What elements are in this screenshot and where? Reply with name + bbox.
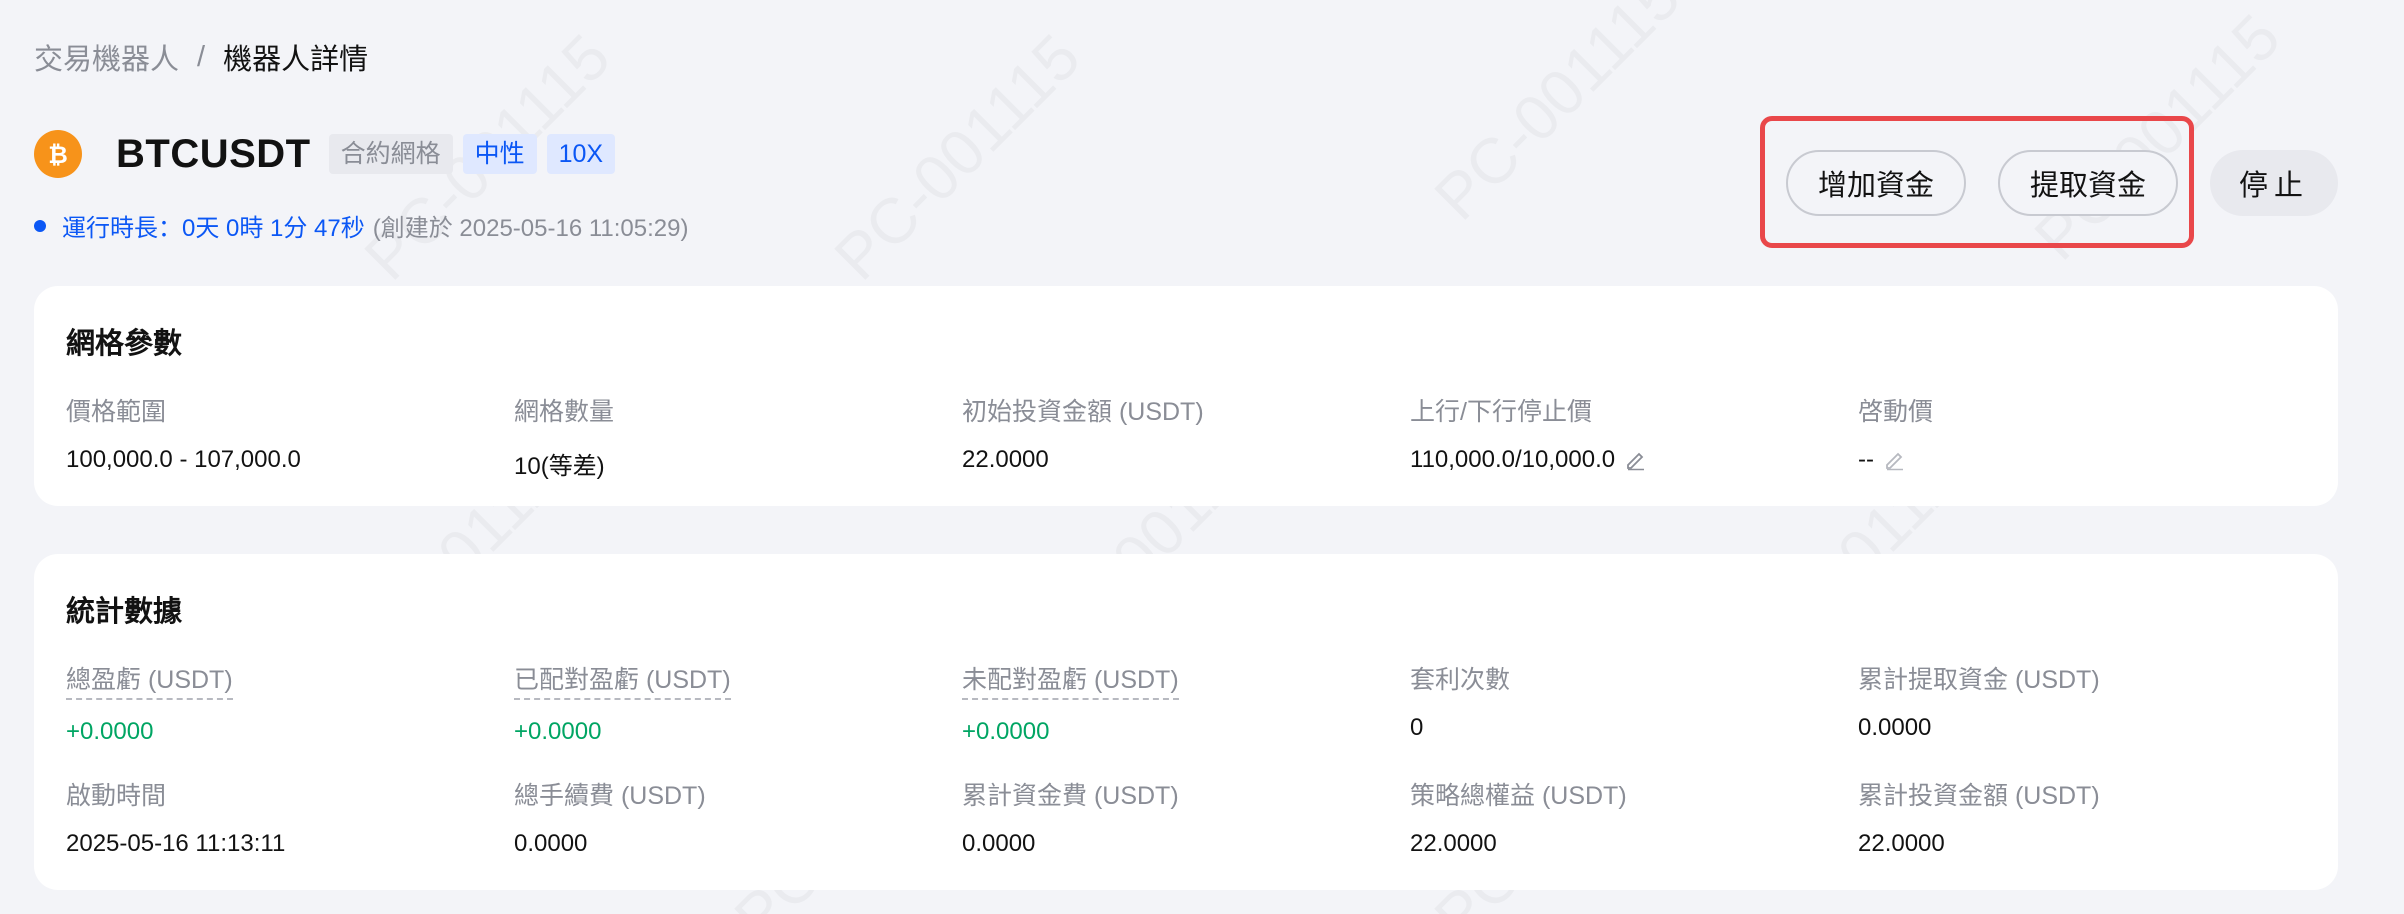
grid-count-field: 網格數量 10(等差) (514, 392, 934, 481)
field-label: 價格範圍 (66, 398, 167, 426)
breadcrumb-current: 機器人詳情 (223, 44, 369, 76)
unmatched-pnl-label[interactable]: 未配對盈虧 (USDT) (962, 660, 1179, 700)
total-investment-field: 累計投資金額 (USDT) 22.0000 (1858, 776, 2278, 858)
total-equity-field: 策略總權益 (USDT) 22.0000 (1410, 776, 1830, 858)
breadcrumb: 交易機器人 / 機器人詳情 (34, 36, 368, 78)
breadcrumb-trading-robots-link[interactable]: 交易機器人 (34, 36, 179, 78)
total-withdrawn-label: 累計提取資金 (USDT) (1858, 666, 2100, 694)
breadcrumb-separator: / (197, 40, 206, 73)
total-pnl-label[interactable]: 總盈虧 (USDT) (66, 660, 233, 700)
funding-fees-label: 累計資金費 (USDT) (962, 782, 1179, 810)
matched-pnl-label[interactable]: 已配對盈虧 (USDT) (514, 660, 731, 700)
price-range-field: 價格範圍 100,000.0 - 107,000.0 (66, 392, 486, 474)
arbitrage-count-field: 套利次數 0 (1410, 660, 1830, 742)
total-fees-field: 總手續費 (USDT) 0.0000 (514, 776, 934, 858)
field-value: 22.0000 (962, 446, 1382, 474)
total-pnl-field: 總盈虧 (USDT) +0.0000 (66, 660, 486, 746)
unmatched-pnl-field: 未配對盈虧 (USDT) +0.0000 (962, 660, 1382, 746)
funding-fees-value: 0.0000 (962, 830, 1036, 857)
grid-type-tag: 合約網格 (328, 134, 453, 174)
created-at: (創建於 2025-05-16 11:05:29) (372, 215, 689, 242)
initial-investment-field: 初始投資金額 (USDT) 22.0000 (962, 392, 1382, 474)
statistics-title: 統計數據 (66, 596, 183, 628)
field-value: 10(等差) (514, 446, 934, 481)
total-equity-label: 策略總權益 (USDT) (1410, 782, 1627, 810)
field-value: -- (1858, 446, 2278, 474)
svg-text:₿: ₿ (48, 141, 68, 169)
edit-stop-price-icon[interactable] (1625, 449, 1647, 471)
matched-pnl-value: +0.0000 (514, 718, 602, 745)
total-withdrawn-value: 0.0000 (1858, 714, 1932, 741)
bitcoin-icon: ₿ (34, 130, 82, 178)
add-funds-button[interactable]: 增加資金 (1786, 150, 1966, 216)
withdraw-funds-button[interactable]: 提取資金 (1998, 150, 2178, 216)
grid-params-card: 網格參數 價格範圍 100,000.0 - 107,000.0 網格數量 10(… (34, 286, 2338, 506)
leverage-tag: 10X (546, 134, 616, 174)
initial-investment-value: 22.0000 (962, 446, 1049, 473)
total-fees-label: 總手續費 (USDT) (514, 782, 706, 810)
runtime-duration: 運行時長：0天 0時 1分 47秒 (62, 215, 365, 242)
trading-pair-symbol: BTCUSDT (116, 131, 311, 176)
total-withdrawn-field: 累計提取資金 (USDT) 0.0000 (1858, 660, 2278, 742)
grid-count-value: 10(等差) (514, 453, 605, 480)
direction-tag: 中性 (462, 134, 537, 174)
grid-params-title: 網格參數 (66, 328, 183, 360)
total-investment-value: 22.0000 (1858, 830, 1945, 857)
total-fees-value: 0.0000 (514, 830, 588, 857)
stop-price-value: 110,000.0/10,000.0 (1410, 446, 1616, 473)
robot-detail-page: PC-001115 PC-001115 PC-001115 PC-001115 … (0, 0, 2404, 914)
start-time-label: 啟動時間 (66, 782, 167, 810)
total-equity-value: 22.0000 (1410, 830, 1497, 857)
stop-button[interactable]: 停止 (2210, 150, 2338, 216)
field-label: 初始投資金額 (USDT) (962, 398, 1204, 426)
running-status-dot (34, 219, 46, 232)
arbitrage-count-label: 套利次數 (1410, 666, 1511, 694)
field-label: 啓動價 (1858, 398, 1934, 426)
price-range-value: 100,000.0 - 107,000.0 (66, 446, 301, 473)
watermark: PC-001115 (1420, 0, 1695, 234)
trigger-price-value: -- (1858, 446, 1874, 473)
unmatched-pnl-value: +0.0000 (962, 718, 1050, 745)
runtime-status: 運行時長：0天 0時 1分 47秒 (創建於 2025-05-16 11:05:… (34, 208, 688, 243)
statistics-card: 統計數據 總盈虧 (USDT) +0.0000 已配對盈虧 (USDT) +0.… (34, 554, 2338, 890)
robot-header: ₿ BTCUSDT 合約網格 中性 10X (34, 130, 616, 178)
matched-pnl-field: 已配對盈虧 (USDT) +0.0000 (514, 660, 934, 746)
field-label: 網格數量 (514, 398, 615, 426)
start-time-field: 啟動時間 2025-05-16 11:13:11 (66, 776, 486, 858)
funding-fees-field: 累計資金費 (USDT) 0.0000 (962, 776, 1382, 858)
arbitrage-count-value: 0 (1410, 714, 1424, 741)
trigger-price-field: 啓動價 -- (1858, 392, 2278, 474)
total-investment-label: 累計投資金額 (USDT) (1858, 782, 2100, 810)
stop-price-field: 上行/下行停止價 110,000.0/10,000.0 (1410, 392, 1830, 474)
field-value: 110,000.0/10,000.0 (1410, 446, 1830, 474)
watermark: PC-001115 (820, 20, 1095, 295)
start-time-value: 2025-05-16 11:13:11 (66, 830, 286, 857)
field-label: 上行/下行停止價 (1410, 398, 1592, 426)
edit-trigger-price-icon[interactable] (1884, 449, 1906, 471)
total-pnl-value: +0.0000 (66, 718, 154, 745)
field-value: 100,000.0 - 107,000.0 (66, 446, 486, 474)
